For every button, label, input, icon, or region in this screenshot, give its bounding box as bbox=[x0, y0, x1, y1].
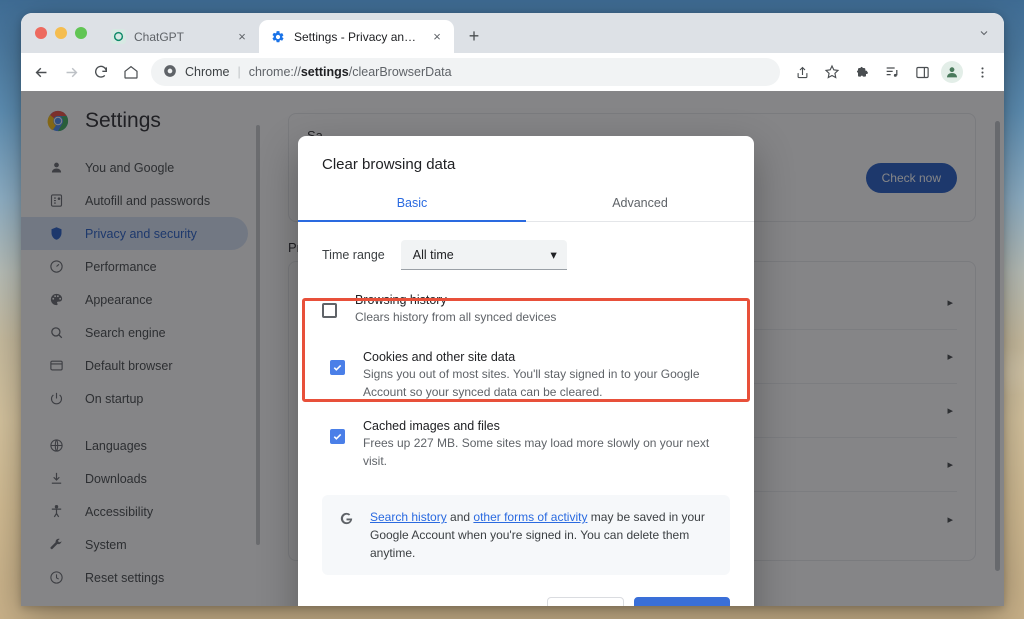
new-tab-button[interactable]: + bbox=[460, 22, 488, 50]
tab-advanced[interactable]: Advanced bbox=[526, 187, 754, 221]
dialog-tabs: Basic Advanced bbox=[298, 187, 754, 222]
browser-window: ChatGPT × Settings - Privacy and securit… bbox=[21, 13, 1004, 606]
extensions-puzzle-icon[interactable] bbox=[848, 58, 876, 86]
option-description: Signs you out of most sites. You'll stay… bbox=[363, 366, 730, 401]
close-icon[interactable]: × bbox=[429, 29, 445, 45]
dialog-title: Clear browsing data bbox=[298, 136, 754, 187]
dialog-body: Time range All time ▾ Browsing history C… bbox=[298, 222, 754, 606]
bookmark-star-icon[interactable] bbox=[818, 58, 846, 86]
minimize-window-button[interactable] bbox=[55, 27, 67, 39]
option-title: Cookies and other site data bbox=[363, 350, 730, 364]
google-activity-notice: Search history and other forms of activi… bbox=[322, 495, 730, 575]
reading-list-icon[interactable] bbox=[878, 58, 906, 86]
tab-strip: ChatGPT × Settings - Privacy and securit… bbox=[21, 13, 1004, 53]
time-range-select[interactable]: All time ▾ bbox=[401, 240, 567, 270]
tab-title: Settings - Privacy and security bbox=[294, 30, 421, 44]
url-prefix: chrome:// bbox=[249, 65, 301, 79]
notice-text: Search history and other forms of activi… bbox=[370, 508, 714, 562]
option-description: Clears history from all synced devices bbox=[355, 309, 730, 326]
maximize-window-button[interactable] bbox=[75, 27, 87, 39]
cached-images-checkbox[interactable] bbox=[330, 429, 345, 444]
forward-button[interactable] bbox=[57, 58, 85, 86]
settings-page: Settings You and Google Autofill and pas… bbox=[21, 91, 1004, 606]
chrome-site-icon bbox=[163, 64, 177, 81]
search-history-link[interactable]: Search history bbox=[370, 510, 447, 524]
option-text: Cookies and other site data Signs you ou… bbox=[363, 350, 730, 401]
profile-avatar-icon[interactable] bbox=[938, 58, 966, 86]
dialog-actions: Cancel Clear data bbox=[322, 575, 730, 606]
side-panel-icon[interactable] bbox=[908, 58, 936, 86]
option-cached-images-and-files[interactable]: Cached images and files Frees up 227 MB.… bbox=[322, 410, 730, 479]
omnibox-separator: | bbox=[237, 65, 240, 79]
chatgpt-icon bbox=[110, 29, 126, 45]
browsing-history-checkbox[interactable] bbox=[322, 303, 337, 318]
site-chip-label: Chrome bbox=[185, 65, 229, 79]
tab-title: ChatGPT bbox=[134, 30, 226, 44]
option-cookies-and-site-data[interactable]: Cookies and other site data Signs you ou… bbox=[322, 341, 730, 410]
time-range-row: Time range All time ▾ bbox=[322, 222, 730, 284]
close-window-button[interactable] bbox=[35, 27, 47, 39]
chevron-down-icon: ▾ bbox=[550, 247, 556, 262]
option-text: Cached images and files Frees up 227 MB.… bbox=[363, 419, 730, 470]
more-menu-icon[interactable] bbox=[968, 58, 996, 86]
browser-toolbar: Chrome | chrome://settings/clearBrowserD… bbox=[21, 53, 1004, 91]
other-forms-of-activity-link[interactable]: other forms of activity bbox=[473, 510, 587, 524]
option-title: Browsing history bbox=[355, 293, 730, 307]
clear-browsing-data-dialog: Clear browsing data Basic Advanced Time … bbox=[298, 136, 754, 606]
option-description: Frees up 227 MB. Some sites may load mor… bbox=[363, 435, 730, 470]
share-icon[interactable] bbox=[788, 58, 816, 86]
time-range-label: Time range bbox=[322, 248, 385, 262]
cookies-checkbox[interactable] bbox=[330, 360, 345, 375]
url-bold-segment: settings bbox=[301, 65, 349, 79]
option-browsing-history[interactable]: Browsing history Clears history from all… bbox=[322, 284, 730, 335]
address-bar[interactable]: Chrome | chrome://settings/clearBrowserD… bbox=[151, 58, 780, 86]
tab-basic[interactable]: Basic bbox=[298, 187, 526, 221]
notice-mid: and bbox=[447, 510, 474, 524]
window-traffic-lights bbox=[31, 13, 99, 53]
settings-gear-icon bbox=[270, 29, 286, 45]
time-range-value: All time bbox=[413, 248, 454, 262]
google-g-icon bbox=[338, 508, 356, 532]
close-icon[interactable]: × bbox=[234, 29, 250, 45]
home-button[interactable] bbox=[117, 58, 145, 86]
browser-tab-chatgpt[interactable]: ChatGPT × bbox=[99, 20, 259, 53]
cancel-button[interactable]: Cancel bbox=[547, 597, 624, 606]
reload-button[interactable] bbox=[87, 58, 115, 86]
back-button[interactable] bbox=[27, 58, 55, 86]
url-suffix: /clearBrowserData bbox=[349, 65, 452, 79]
clear-data-button[interactable]: Clear data bbox=[634, 597, 730, 606]
option-title: Cached images and files bbox=[363, 419, 730, 433]
clear-options-list: Browsing history Clears history from all… bbox=[322, 284, 730, 479]
option-text: Browsing history Clears history from all… bbox=[355, 293, 730, 326]
browser-tab-settings[interactable]: Settings - Privacy and security × bbox=[259, 20, 454, 53]
chevron-down-icon[interactable] bbox=[970, 13, 998, 53]
address-bar-url: chrome://settings/clearBrowserData bbox=[249, 65, 452, 79]
